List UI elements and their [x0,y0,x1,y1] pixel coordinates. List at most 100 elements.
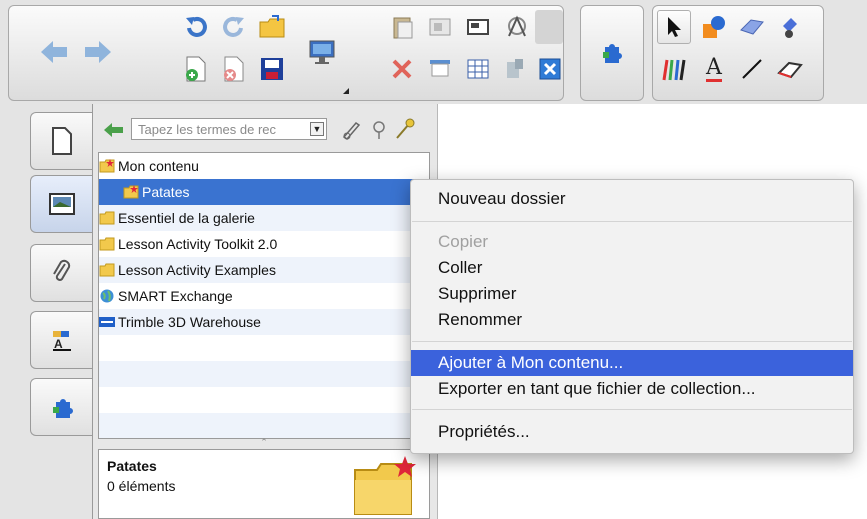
screen-share-icon [309,40,335,64]
screen-shade-button[interactable] [423,52,457,86]
page-icon [51,127,72,155]
screen-capture-button[interactable] [423,10,457,44]
select-tool-button[interactable] [657,10,691,44]
tree-item-label: Lesson Activity Toolkit 2.0 [118,236,278,252]
gallery-search-input[interactable]: Tapez les termes de rec ▼ [131,118,327,140]
pens-icon [662,59,686,81]
delete-icon [392,59,412,79]
undo-icon [186,16,207,37]
close-box-button[interactable] [533,52,567,86]
search-options-icon[interactable] [393,118,417,140]
tab-page-sorter[interactable] [30,112,92,170]
fill-icon [783,18,797,38]
save-button[interactable] [255,52,289,86]
menu-separator [412,409,852,410]
menu-item-proprietes[interactable]: Propriétés... [411,419,853,445]
paste-button[interactable] [385,10,419,44]
side-tab-bar: A [0,104,92,519]
delete-button[interactable] [385,52,419,86]
addon-button[interactable] [595,35,629,69]
toolbar-empty-slot [535,10,563,44]
save-icon [261,58,283,80]
table-icon [467,59,489,79]
eraser-shape-icon [740,19,764,35]
tab-addons[interactable] [30,378,92,436]
delete-page-icon [224,56,244,82]
tree-item-lesson-examples[interactable]: Lesson Activity Examples [99,257,429,283]
properties-icon: A [52,331,71,351]
context-menu: Nouveau dossier Copier Coller Supprimer … [410,179,854,454]
properties-button[interactable] [499,52,533,86]
fill-tool-button[interactable] [773,10,807,44]
folder-star-icon [123,185,139,199]
open-file-button[interactable] [255,10,289,44]
tree-item-label: SMART Exchange [118,288,233,304]
tree-item-mon-contenu[interactable]: Mon contenu [99,153,429,179]
screen-share-button[interactable] [305,35,339,69]
folder-icon [99,211,115,225]
toolbar-group-main [8,5,564,101]
eraser-tool-button[interactable] [773,52,807,86]
tab-attachments[interactable] [30,244,92,302]
menu-item-renommer[interactable]: Renommer [411,307,853,333]
delete-page-button[interactable] [217,52,251,86]
tree-item-patates[interactable]: Patates ▼ [99,179,429,205]
tree-item-essentiel[interactable]: Essentiel de la galerie [99,205,429,231]
close-box-icon [539,58,561,80]
tree-item-trimble[interactable]: Trimble 3D Warehouse [99,309,429,335]
screen-share-dropdown-corner[interactable] [343,88,349,94]
line-tool-button[interactable] [735,52,769,86]
screen-capture-icon [429,18,451,36]
toolbar-group-addon [580,5,644,101]
table-button[interactable] [461,52,495,86]
back-button[interactable] [37,35,71,69]
paste-icon [393,17,413,39]
back-arrow-icon[interactable] [103,122,125,138]
back-arrow-icon [41,41,67,63]
pens-tool-button[interactable] [657,52,691,86]
shapes-tool-button[interactable] [697,10,731,44]
redo-icon [223,16,244,37]
measure-tools-button[interactable] [499,10,533,44]
menu-item-supprimer[interactable]: Supprimer [411,281,853,307]
forward-arrow-icon [85,41,111,63]
tree-item-smart-exchange[interactable]: SMART Exchange [99,283,429,309]
screen-shade-icon [430,60,450,77]
tree-item-label: Trimble 3D Warehouse [118,314,261,330]
tree-item-lesson-toolkit[interactable]: Lesson Activity Toolkit 2.0 [99,231,429,257]
tree-item-label: Patates [142,184,190,200]
add-page-icon [186,56,206,82]
main-toolbar: A [0,0,867,104]
puzzle-icon [52,399,73,418]
text-tool-button[interactable]: A [697,52,731,86]
panel-splitter[interactable]: ⌃ [98,438,430,447]
search-dropdown-button[interactable]: ▼ [310,122,324,136]
addon-puzzle-icon [603,44,622,63]
folder-icon [99,263,115,277]
menu-item-coller[interactable]: Coller [411,255,853,281]
menu-item-copier: Copier [438,232,489,251]
details-folder-name: Patates [107,458,157,474]
forward-button[interactable] [81,35,115,69]
search-pen-icon[interactable] [341,120,363,140]
tree-empty-row [99,413,429,438]
menu-item-nouveau-dossier[interactable]: Nouveau dossier [411,186,853,212]
tab-properties[interactable]: A [30,311,92,369]
search-magnifier-icon[interactable] [369,120,389,140]
line-icon [742,59,762,79]
eraser-shape-tool-button[interactable] [735,10,769,44]
menu-item-exporter-collection[interactable]: Exporter en tant que fichier de collecti… [411,376,853,402]
full-screen-button[interactable] [461,10,495,44]
undo-button[interactable] [179,10,213,44]
tab-gallery[interactable] [30,175,92,233]
shapes-icon [703,16,725,38]
full-screen-icon [467,19,489,35]
menu-item-ajouter-mon-contenu[interactable]: Ajouter à Mon contenu... [411,350,853,376]
redo-button[interactable] [217,10,251,44]
open-file-icon [259,15,285,38]
toolbar-group-tools: A [652,5,824,101]
tree-empty-row [99,361,429,387]
details-item-count: 0 éléments [107,478,176,494]
tree-item-label: Lesson Activity Examples [118,262,276,278]
add-page-button[interactable] [179,52,213,86]
